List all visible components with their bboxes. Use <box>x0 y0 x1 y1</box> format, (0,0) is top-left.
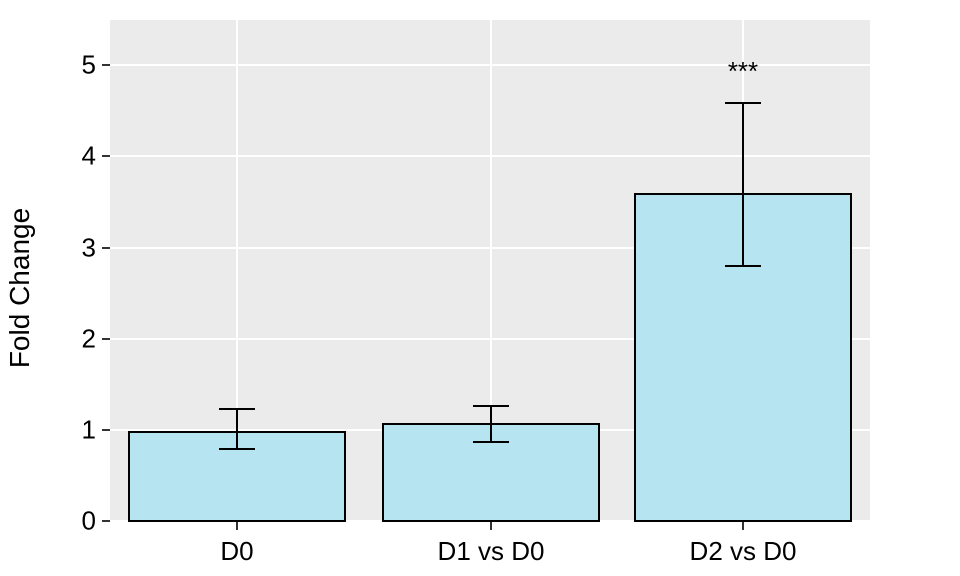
errorbar-cap <box>473 441 509 443</box>
significance-marker: *** <box>716 56 770 87</box>
errorbar-cap <box>219 448 255 450</box>
x-tick-label: D1 vs D0 <box>438 522 545 567</box>
y-tick-label: 5 <box>26 50 110 81</box>
x-tick-label: D2 vs D0 <box>690 522 797 567</box>
y-tick-label: 1 <box>26 415 110 446</box>
errorbar-stem <box>490 405 492 442</box>
y-axis-title: Fold Change <box>0 0 40 576</box>
y-tick-label: 0 <box>26 506 110 537</box>
plot-panel: 0 1 2 3 4 5 D0 D1 vs D0 D2 vs D0 <box>110 20 870 522</box>
errorbar-stem <box>236 408 238 449</box>
errorbar-cap <box>725 102 761 104</box>
errorbar-cap <box>219 408 255 410</box>
errorbar-cap <box>725 265 761 267</box>
bar-chart: Fold Change 0 1 2 3 4 5 D0 D1 vs D0 D2 <box>0 0 960 576</box>
errorbar-stem <box>742 102 744 266</box>
x-tick-label: D0 <box>220 522 253 567</box>
errorbar-cap <box>473 405 509 407</box>
y-tick-label: 2 <box>26 324 110 355</box>
y-tick-label: 3 <box>26 233 110 264</box>
y-tick-label: 4 <box>26 141 110 172</box>
